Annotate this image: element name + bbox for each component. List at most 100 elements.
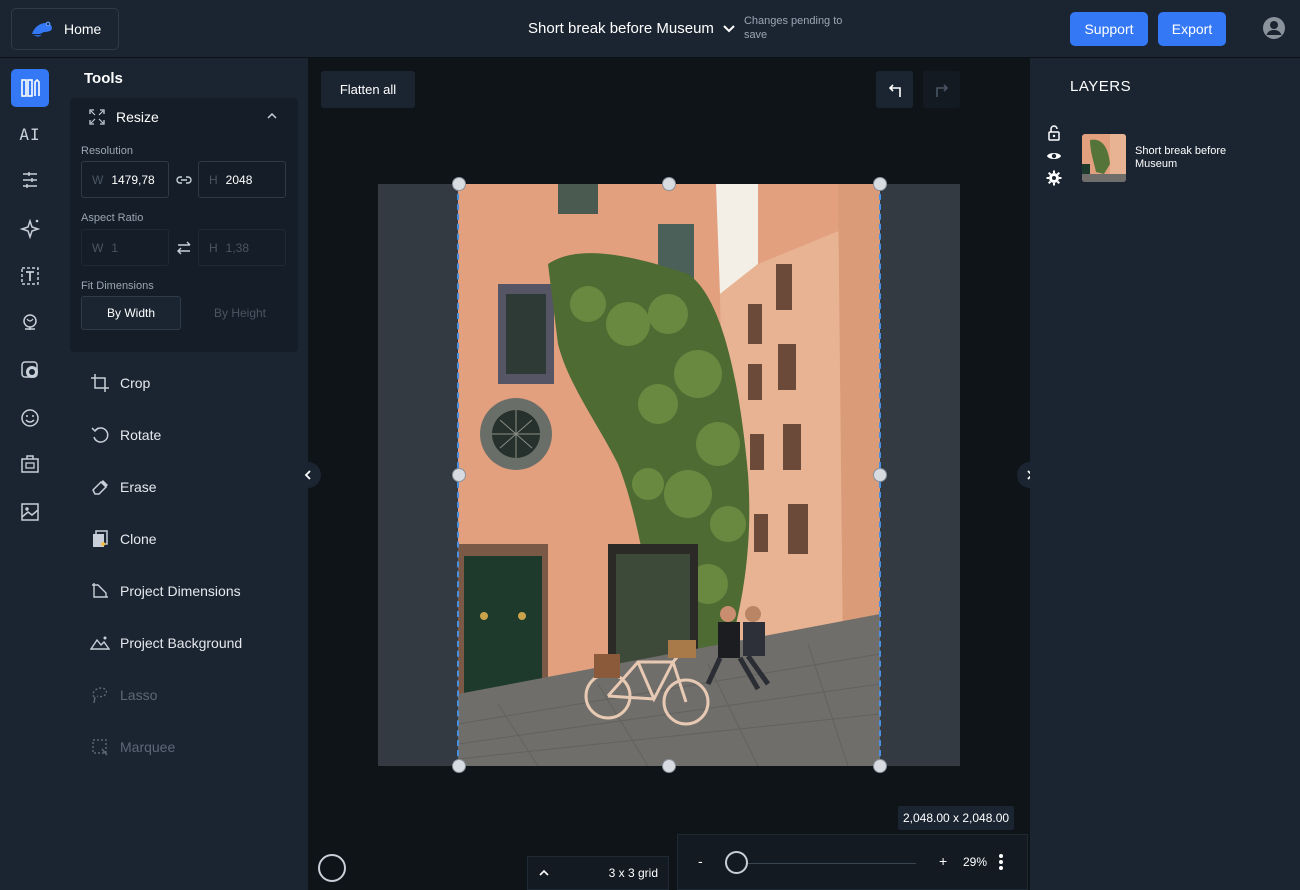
frames-icon xyxy=(21,455,39,473)
zoom-slider-handle[interactable] xyxy=(725,851,748,874)
resize-handle-bottom-right[interactable] xyxy=(873,759,887,773)
home-label: Home xyxy=(64,21,102,37)
lasso-icon xyxy=(92,687,108,704)
tool-project-background-label: Project Background xyxy=(120,635,243,651)
tool-rotate[interactable]: Rotate xyxy=(90,425,161,445)
eye-icon[interactable] xyxy=(1046,148,1062,164)
tool-clone-label: Clone xyxy=(120,531,157,547)
tool-category-rail: AI xyxy=(0,58,62,890)
rail-ai[interactable]: AI xyxy=(11,115,49,153)
resize-handle-top-right[interactable] xyxy=(873,177,887,191)
layer-thumbnail-image xyxy=(1082,134,1126,182)
tool-project-dimensions-label: Project Dimensions xyxy=(120,583,241,599)
tool-project-background[interactable]: Project Background xyxy=(90,633,242,653)
emoji-icon xyxy=(21,409,39,427)
undo-icon xyxy=(888,83,901,97)
artboard[interactable] xyxy=(378,177,960,773)
rail-effects[interactable] xyxy=(11,209,49,247)
zoom-percent: 29% xyxy=(963,855,988,869)
tool-lasso-label: Lasso xyxy=(120,687,158,703)
project-title-area[interactable]: Short break before Museum Changes pendin… xyxy=(528,14,844,42)
grid-selector[interactable]: 3 x 3 grid xyxy=(527,856,669,890)
tool-clone[interactable]: Clone xyxy=(90,529,157,549)
fit-dimensions-label: Fit Dimensions xyxy=(81,280,154,292)
aspect-width-field[interactable]: W 1 xyxy=(81,229,169,266)
layer-thumbnail[interactable] xyxy=(1082,134,1126,182)
aspect-ratio-label: Aspect Ratio xyxy=(81,212,144,224)
rail-emoji[interactable] xyxy=(11,399,49,437)
more-options-icon[interactable] xyxy=(998,853,1004,871)
resize-handle-top[interactable] xyxy=(662,177,676,191)
zoom-in-button[interactable]: + xyxy=(939,853,947,869)
eraser-icon xyxy=(92,480,108,495)
layer-name[interactable]: Short break before Museum xyxy=(1135,145,1255,171)
undo-button[interactable] xyxy=(876,71,913,108)
resize-label: Resize xyxy=(116,109,159,125)
canvas-area: Flatten all 2,048.00 x 2,048.00 3 x 3 gr… xyxy=(295,58,1043,890)
user-avatar-icon[interactable] xyxy=(1262,16,1286,40)
marquee-icon xyxy=(92,739,108,756)
aspect-height-field[interactable]: H 1,38 xyxy=(198,229,286,266)
link-icon[interactable] xyxy=(175,171,193,189)
gear-icon[interactable] xyxy=(1046,170,1062,186)
resize-icon xyxy=(89,109,105,125)
redo-button[interactable] xyxy=(923,71,960,108)
photo-layer[interactable] xyxy=(458,184,880,766)
tool-crop[interactable]: Crop xyxy=(90,373,150,393)
overlay-icon xyxy=(21,361,38,378)
chevron-up-icon[interactable] xyxy=(266,110,278,122)
crop-icon xyxy=(91,374,109,392)
width-field[interactable]: W 1479,78 xyxy=(81,161,169,198)
resize-panel: Resize Resolution W 1479,78 H 2048 Aspec… xyxy=(70,98,298,352)
chevron-down-icon[interactable] xyxy=(722,22,736,36)
home-button[interactable]: Home xyxy=(11,8,119,50)
rail-text[interactable] xyxy=(11,257,49,295)
fit-by-height-button[interactable]: By Height xyxy=(190,296,290,330)
chevron-left-icon xyxy=(304,470,311,480)
rail-frames[interactable] xyxy=(11,445,49,483)
rail-tools[interactable] xyxy=(11,69,49,107)
project-title[interactable]: Short break before Museum xyxy=(528,14,714,37)
tool-project-dimensions[interactable]: Project Dimensions xyxy=(90,581,241,601)
height-value: 2048 xyxy=(225,172,253,187)
fit-by-width-button[interactable]: By Width xyxy=(81,296,181,330)
dimensions-tooltip: 2,048.00 x 2,048.00 xyxy=(898,806,1015,830)
tool-marquee[interactable]: Marquee xyxy=(90,737,175,757)
height-field[interactable]: H 2048 xyxy=(198,161,286,198)
flatten-all-button[interactable]: Flatten all xyxy=(321,71,415,108)
grid-label: 3 x 3 grid xyxy=(608,866,658,880)
tool-erase[interactable]: Erase xyxy=(90,477,157,497)
rail-image[interactable] xyxy=(11,493,49,531)
export-button[interactable]: Export xyxy=(1158,12,1226,46)
save-status: Changes pending to save xyxy=(743,15,843,41)
resize-handle-top-left[interactable] xyxy=(452,177,466,191)
resize-header[interactable]: Resize xyxy=(88,108,159,126)
rail-adjust[interactable] xyxy=(11,161,49,199)
tools-icon xyxy=(21,78,40,97)
rail-overlay[interactable] xyxy=(11,351,49,389)
aspect-width-value: 1 xyxy=(111,240,119,255)
tools-title: Tools xyxy=(84,70,123,87)
circle-tool-button[interactable] xyxy=(318,854,346,882)
resize-handle-right[interactable] xyxy=(873,468,887,482)
zoom-slider-track[interactable] xyxy=(726,863,916,864)
tool-lasso[interactable]: Lasso xyxy=(90,685,157,705)
tools-panel: Tools Resize Resolution W 1479,78 H 2048… xyxy=(62,58,308,890)
resize-handle-bottom[interactable] xyxy=(662,759,676,773)
resize-handle-bottom-left[interactable] xyxy=(452,759,466,773)
rotate-icon xyxy=(91,427,109,443)
collapse-left-panel-button[interactable] xyxy=(295,462,321,488)
adjust-icon xyxy=(23,172,37,188)
ai-label: AI xyxy=(19,124,41,144)
resize-handle-left[interactable] xyxy=(452,468,466,482)
tool-rotate-label: Rotate xyxy=(120,427,162,443)
zoom-out-button[interactable]: - xyxy=(698,853,703,869)
rail-stickers[interactable] xyxy=(11,303,49,341)
tool-erase-label: Erase xyxy=(120,479,157,495)
support-button[interactable]: Support xyxy=(1070,12,1148,46)
width-value: 1479,78 xyxy=(111,172,155,187)
swap-icon[interactable] xyxy=(175,239,193,257)
layers-title: LAYERS xyxy=(1070,78,1132,95)
lock-icon[interactable] xyxy=(1046,125,1062,141)
image-icon xyxy=(21,503,39,521)
